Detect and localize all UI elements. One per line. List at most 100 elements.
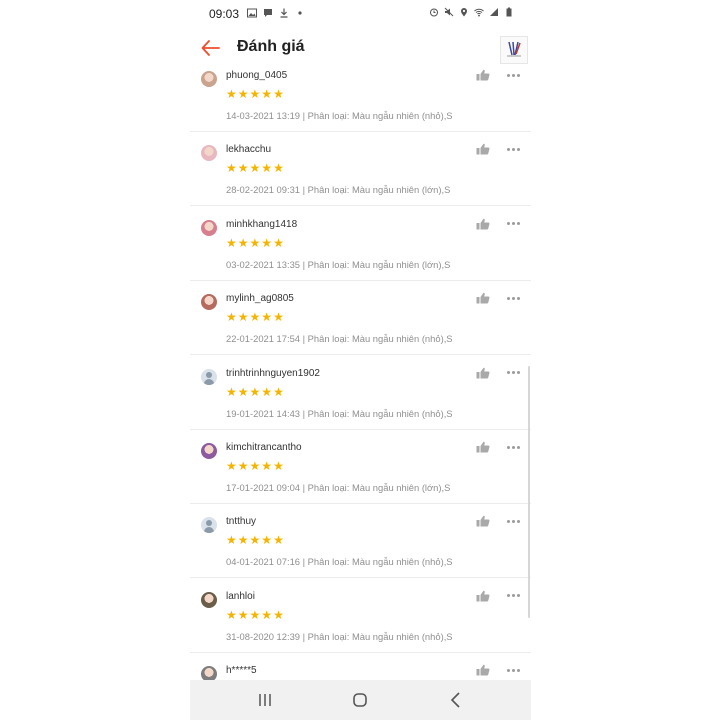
avatar[interactable] <box>201 145 217 162</box>
battery-icon <box>506 7 512 17</box>
more-horizontal-icon[interactable] <box>507 146 523 152</box>
avatar[interactable] <box>201 71 217 87</box>
star-icon: ★ <box>237 533 249 548</box>
star-icon: ★ <box>273 607 284 622</box>
avatar[interactable] <box>201 368 217 385</box>
dot <box>507 668 510 672</box>
review-username: trinhtrinhnguyen1902 <box>226 367 320 379</box>
more-horizontal-icon[interactable] <box>507 593 523 599</box>
star-icon: ★ <box>249 87 261 101</box>
star-icon: ★ <box>237 310 249 325</box>
rating-stars: ★ ★ ★ ★ ★ <box>226 237 284 249</box>
dot <box>517 296 520 300</box>
star-icon: ★ <box>226 161 237 176</box>
star-icon: ★ <box>226 459 237 473</box>
review-username: lekhacchu <box>226 144 272 156</box>
message-icon <box>264 9 272 17</box>
more-horizontal-icon[interactable] <box>507 370 523 376</box>
more-horizontal-icon[interactable] <box>507 221 523 227</box>
avatar[interactable] <box>201 591 217 608</box>
dot <box>507 519 510 523</box>
star-icon: ★ <box>226 607 237 622</box>
rating-stars: ★ ★ ★ ★ ★ <box>226 311 284 323</box>
more-horizontal-icon[interactable] <box>507 667 523 673</box>
review-item: mylinh_ag0805 ★ ★ ★ ★ ★ 22-01-2021 17:54 | Phâ… <box>190 281 531 356</box>
star-icon: ★ <box>249 161 261 176</box>
thumbs-up-icon[interactable] <box>476 590 490 602</box>
status-left-icons <box>247 8 305 18</box>
status-time: 09:03 <box>209 7 240 21</box>
rating-stars: ★ ★ ★ ★ ★ <box>226 386 284 398</box>
avatar[interactable] <box>201 443 217 459</box>
avatar[interactable] <box>201 517 217 534</box>
dot <box>517 519 520 523</box>
rating-stars: ★ ★ ★ ★ ★ <box>226 534 284 546</box>
star-icon: ★ <box>249 384 261 399</box>
star-icon: ★ <box>237 87 249 101</box>
dot <box>517 73 520 77</box>
review-meta: 04-01-2021 07:16 | Phân loại: Màu ngẫu n… <box>226 556 453 568</box>
review-meta: 31-08-2020 12:39 | Phân loại: Màu ngẫu n… <box>226 630 453 642</box>
dot <box>512 668 515 672</box>
star-icon: ★ <box>226 384 237 399</box>
thumbs-up-icon[interactable] <box>476 143 490 155</box>
rating-stars: ★ ★ ★ ★ ★ <box>226 460 284 472</box>
dot <box>507 296 510 300</box>
dot <box>512 371 515 375</box>
gallery-icon <box>247 8 257 18</box>
review-item: trinhtrinhnguyen1902 ★ ★ ★ ★ ★ 19-01-2021 14:4… <box>190 356 531 430</box>
star-icon: ★ <box>249 235 261 250</box>
more-horizontal-icon[interactable] <box>507 72 523 78</box>
star-icon: ★ <box>261 533 273 548</box>
review-item: h*****5 <box>190 653 531 680</box>
more-horizontal-icon[interactable] <box>507 295 523 301</box>
thumbs-up-icon[interactable] <box>476 69 490 81</box>
rating-stars: ★ ★ ★ ★ ★ <box>226 609 284 621</box>
rating-stars: ★ ★ ★ ★ ★ <box>226 162 284 174</box>
dot <box>517 371 520 375</box>
home-icon[interactable] <box>350 690 370 710</box>
thumbs-up-icon[interactable] <box>476 367 490 379</box>
review-list[interactable]: phuong_0405 ★ ★ ★ ★ ★ 14-03-2021 13:19 | Phân … <box>190 68 531 680</box>
star-icon: ★ <box>273 533 284 548</box>
review-item: phuong_0405 ★ ★ ★ ★ ★ 14-03-2021 13:19 | Phân … <box>190 68 531 132</box>
star-icon: ★ <box>273 384 284 399</box>
mute-icon <box>444 7 454 17</box>
star-icon: ★ <box>237 384 249 399</box>
recent-apps-icon[interactable] <box>255 690 275 710</box>
thumbs-up-icon[interactable] <box>476 292 490 304</box>
signal-icon <box>490 8 498 16</box>
page-title: Đánh giá <box>237 38 305 55</box>
arrow-left-icon[interactable] <box>199 36 223 60</box>
location-icon <box>461 8 467 17</box>
avatar[interactable] <box>201 219 217 236</box>
dot <box>512 519 515 523</box>
review-meta: 22-01-2021 17:54 | Phân loại: Màu ngẫu n… <box>226 333 453 345</box>
dot <box>512 445 515 449</box>
product-thumbnail[interactable] <box>500 36 528 64</box>
more-horizontal-icon[interactable] <box>507 444 523 450</box>
dot <box>517 147 520 151</box>
avatar[interactable] <box>201 294 217 311</box>
wifi-icon <box>474 8 484 17</box>
nav-back-icon[interactable] <box>446 690 466 710</box>
thumbs-up-icon[interactable] <box>476 218 490 230</box>
dot <box>507 147 510 151</box>
scrollbar[interactable] <box>528 366 530 618</box>
dot <box>512 147 515 151</box>
status-right-icons <box>429 7 514 17</box>
phone-screen: 09:03 Đánh giá phuong_0405 ★ ★ ★ ★ ★ 14-… <box>190 0 531 720</box>
thumbs-up-icon[interactable] <box>476 441 490 453</box>
review-username: minhkhang1418 <box>226 218 298 230</box>
thumbs-up-icon[interactable] <box>476 664 490 676</box>
dot <box>517 222 520 226</box>
dot <box>512 296 515 300</box>
avatar[interactable] <box>201 666 217 680</box>
download-icon <box>280 8 288 18</box>
review-item: minhkhang1418 ★ ★ ★ ★ ★ 03-02-2021 13:35 | Phâ… <box>190 207 531 281</box>
thumbs-up-icon[interactable] <box>476 515 490 527</box>
review-username: h*****5 <box>226 665 257 677</box>
more-horizontal-icon[interactable] <box>507 518 523 524</box>
star-icon: ★ <box>261 384 273 399</box>
dot <box>512 73 515 77</box>
